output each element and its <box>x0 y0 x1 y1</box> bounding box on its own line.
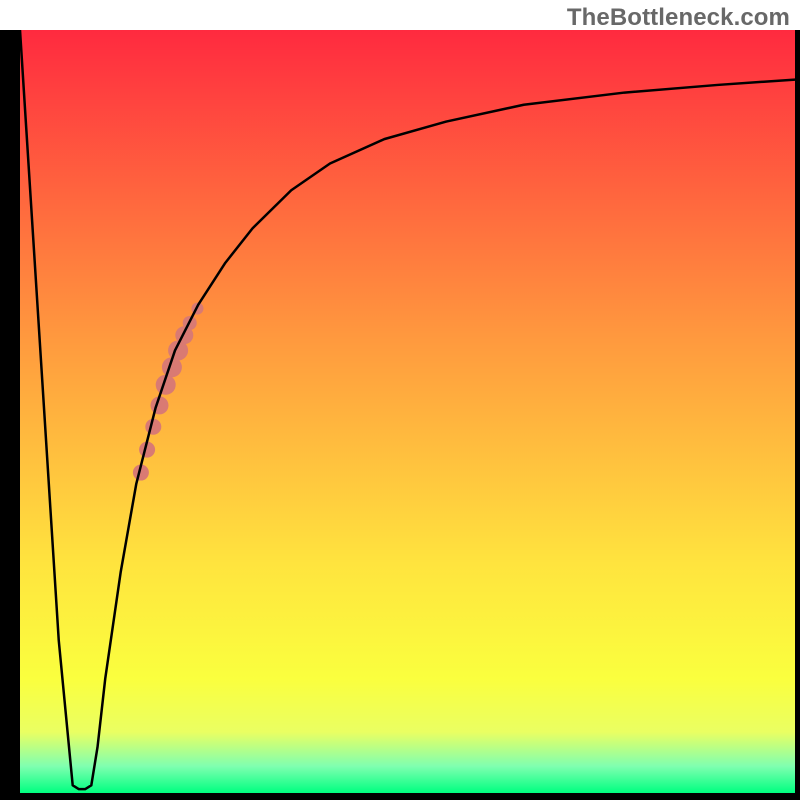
axis-left <box>0 30 20 800</box>
gradient-background <box>20 30 795 793</box>
bottleneck-chart <box>0 0 800 800</box>
axis-bottom <box>0 793 800 800</box>
chart-frame: TheBottleneck.com <box>0 0 800 800</box>
axis-right <box>795 30 800 793</box>
